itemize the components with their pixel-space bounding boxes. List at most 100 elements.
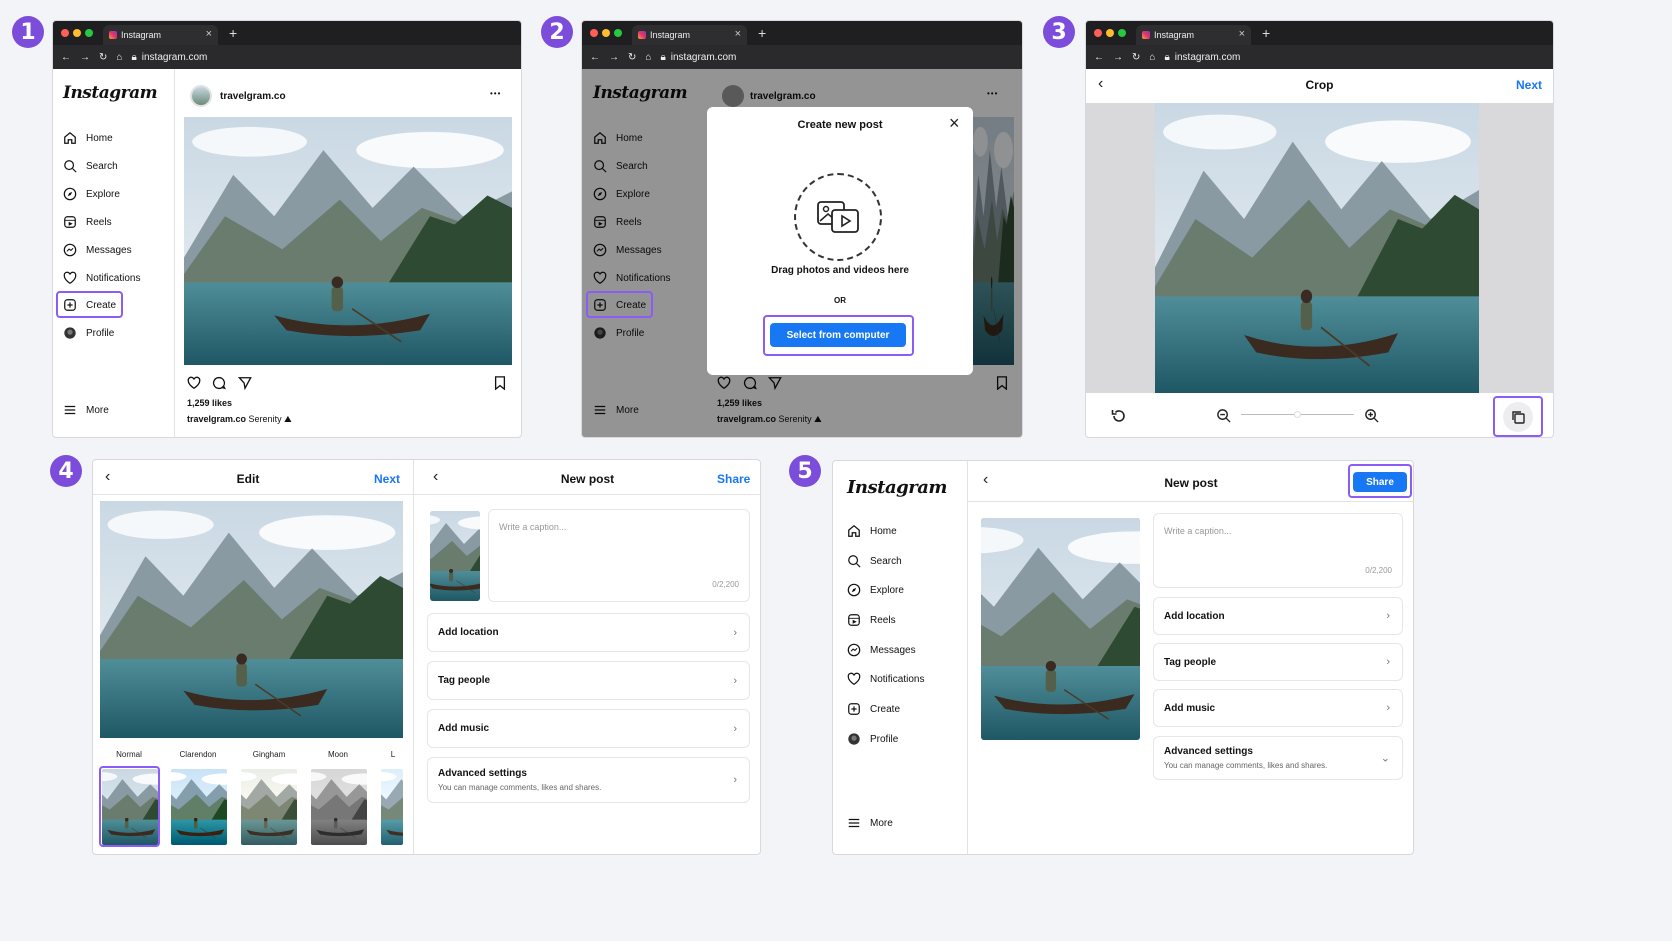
- forward-arrow-icon[interactable]: →: [1113, 52, 1123, 63]
- nav-more[interactable]: More: [63, 403, 109, 417]
- nav-home[interactable]: Home: [63, 131, 113, 145]
- forward-arrow-icon[interactable]: →: [80, 52, 90, 63]
- close-icon[interactable]: ×: [949, 113, 960, 134]
- nav-notifications[interactable]: Notifications: [847, 672, 924, 686]
- rotate-icon[interactable]: [1110, 407, 1128, 425]
- nav-explore[interactable]: Explore: [63, 187, 120, 201]
- url-bar[interactable]: ← → ↻ ⌂ 🔒︎ instagram.com: [582, 45, 1022, 69]
- maximize-window-icon[interactable]: [85, 29, 93, 37]
- new-tab-icon[interactable]: +: [229, 25, 237, 41]
- zoom-in-icon[interactable]: [1364, 408, 1379, 423]
- back-arrow-icon[interactable]: ←: [61, 52, 71, 63]
- filter-thumb-gingham[interactable]: [241, 769, 297, 845]
- like-heart-icon[interactable]: [187, 376, 201, 390]
- nav-more[interactable]: More: [847, 816, 893, 830]
- post-photo[interactable]: [184, 117, 512, 365]
- reload-icon[interactable]: ↻: [628, 52, 636, 63]
- tab-close-icon[interactable]: ×: [1239, 28, 1245, 40]
- advanced-settings-row[interactable]: Advanced settings You can manage comments…: [1153, 736, 1403, 780]
- next-button[interactable]: Next: [1516, 78, 1542, 92]
- post-caption: travelgram.co Serenity ⛰: [187, 414, 292, 425]
- add-location-row[interactable]: Add location ›: [427, 613, 750, 652]
- nav-create[interactable]: Create: [847, 702, 900, 716]
- home-icon[interactable]: ⌂: [116, 52, 122, 63]
- tab-close-icon[interactable]: ×: [206, 28, 212, 40]
- close-window-icon[interactable]: [61, 29, 69, 37]
- reload-icon[interactable]: ↻: [1132, 52, 1140, 63]
- maximize-window-icon[interactable]: [614, 29, 622, 37]
- filter-thumb-lark[interactable]: [381, 769, 403, 845]
- instagram-logo[interactable]: Instagram: [63, 83, 158, 103]
- filter-thumb-clarendon[interactable]: [171, 769, 227, 845]
- browser-tab[interactable]: Instagram ×: [103, 25, 218, 45]
- comment-icon[interactable]: [212, 376, 226, 390]
- nav-home[interactable]: Home: [847, 524, 897, 538]
- caption-input[interactable]: Write a caption... 0/2,200: [488, 509, 750, 602]
- add-music-row[interactable]: Add music ›: [427, 709, 750, 748]
- nav-explore[interactable]: Explore: [847, 583, 904, 597]
- add-music-row[interactable]: Add music ›: [1153, 689, 1403, 727]
- caption-input[interactable]: Write a caption... 0/2,200: [1153, 513, 1403, 588]
- minimize-window-icon[interactable]: [73, 29, 81, 37]
- new-tab-icon[interactable]: +: [758, 25, 766, 41]
- tag-people-row[interactable]: Tag people ›: [1153, 643, 1403, 681]
- advanced-settings-row[interactable]: Advanced settings You can manage comments…: [427, 757, 750, 803]
- browser-titlebar: Instagram × +: [1086, 21, 1553, 45]
- maximize-window-icon[interactable]: [1118, 29, 1126, 37]
- nav-search[interactable]: Search: [847, 554, 902, 568]
- newpost-photo: [981, 518, 1140, 740]
- nav-profile[interactable]: Profile: [63, 326, 114, 340]
- likes-count[interactable]: 1,259 likes: [187, 398, 232, 408]
- close-window-icon[interactable]: [1094, 29, 1102, 37]
- url-bar[interactable]: ← → ↻ ⌂ 🔒︎ instagram.com: [53, 45, 521, 69]
- back-arrow-icon[interactable]: ←: [590, 52, 600, 63]
- search-icon: [848, 555, 861, 568]
- chevron-down-icon: ⌄: [1380, 752, 1390, 765]
- minimize-window-icon[interactable]: [602, 29, 610, 37]
- share-button[interactable]: Share: [717, 472, 750, 486]
- url-bar[interactable]: ← → ↻ ⌂ 🔒︎ instagram.com: [1086, 45, 1553, 69]
- filter-label-moon: Moon: [327, 750, 348, 759]
- search-icon: [64, 160, 77, 173]
- browser-tab[interactable]: Instagram ×: [632, 25, 747, 45]
- instagram-favicon-icon: [109, 31, 117, 39]
- back-arrow-icon[interactable]: ←: [1094, 52, 1104, 63]
- minimize-window-icon[interactable]: [1106, 29, 1114, 37]
- zoom-slider-handle[interactable]: [1294, 411, 1301, 418]
- chevron-right-icon: ›: [733, 674, 737, 687]
- filter-thumb-moon[interactable]: [311, 769, 367, 845]
- instagram-favicon-icon: [1142, 31, 1150, 39]
- bookmark-icon[interactable]: [494, 376, 506, 390]
- share-send-icon[interactable]: [238, 376, 252, 390]
- avatar[interactable]: [190, 85, 212, 107]
- add-location-row[interactable]: Add location ›: [1153, 597, 1403, 635]
- tag-people-row[interactable]: Tag people ›: [427, 661, 750, 700]
- more-options-icon[interactable]: •••: [490, 89, 501, 98]
- select-multiple-button[interactable]: [1503, 402, 1533, 432]
- browser-tab[interactable]: Instagram ×: [1136, 25, 1251, 45]
- forward-arrow-icon[interactable]: →: [609, 52, 619, 63]
- nav-search[interactable]: Search: [63, 159, 118, 173]
- post-username[interactable]: travelgram.co: [220, 91, 286, 102]
- home-icon[interactable]: ⌂: [645, 52, 651, 63]
- tab-close-icon[interactable]: ×: [735, 28, 741, 40]
- nav-messages[interactable]: Messages: [63, 243, 132, 257]
- nav-reels[interactable]: Reels: [847, 613, 896, 627]
- instagram-logo[interactable]: Instagram: [847, 477, 947, 498]
- nav-reels[interactable]: Reels: [63, 215, 112, 229]
- caption-username[interactable]: travelgram.co: [187, 414, 246, 424]
- chevron-right-icon: ›: [733, 722, 737, 735]
- close-window-icon[interactable]: [590, 29, 598, 37]
- zoom-out-icon[interactable]: [1216, 408, 1231, 423]
- compass-icon: [847, 583, 861, 597]
- drop-zone-circle[interactable]: [794, 173, 882, 261]
- new-tab-icon[interactable]: +: [1262, 25, 1270, 41]
- nav-notifications[interactable]: Notifications: [63, 271, 140, 285]
- home-icon[interactable]: ⌂: [1149, 52, 1155, 63]
- crop-photo[interactable]: [1155, 103, 1479, 393]
- photo-video-icon: [817, 201, 859, 233]
- nav-messages[interactable]: Messages: [847, 643, 916, 657]
- next-button[interactable]: Next: [374, 472, 400, 486]
- reload-icon[interactable]: ↻: [99, 52, 107, 63]
- nav-profile[interactable]: Profile: [847, 732, 898, 746]
